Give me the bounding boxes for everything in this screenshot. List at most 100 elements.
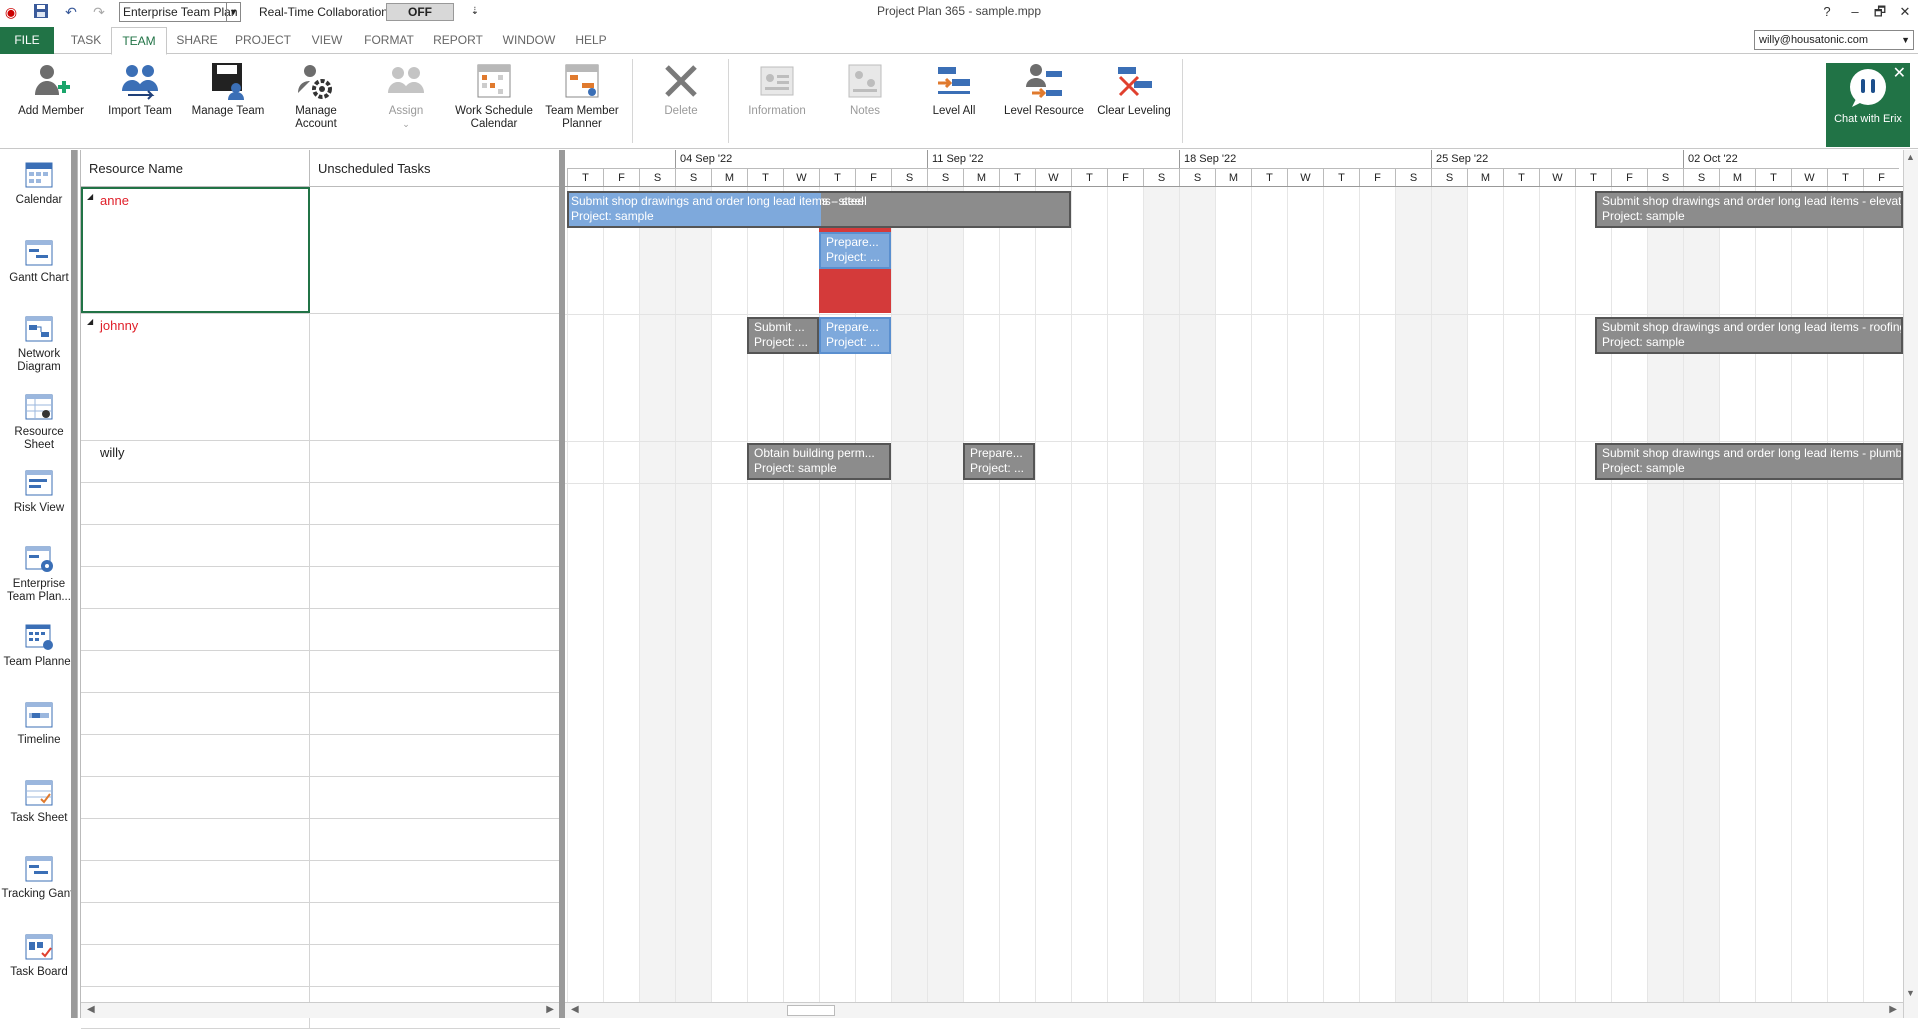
empty-row[interactable] bbox=[81, 945, 560, 987]
empty-row[interactable] bbox=[81, 861, 560, 903]
manage-account-button[interactable]: Manage Account bbox=[282, 61, 350, 131]
empty-cell[interactable] bbox=[81, 567, 310, 608]
empty-row[interactable] bbox=[81, 819, 560, 861]
empty-row[interactable] bbox=[81, 777, 560, 819]
empty-cell[interactable] bbox=[81, 483, 310, 524]
delete-button[interactable]: Delete bbox=[648, 61, 714, 118]
view-timeline[interactable]: Timeline bbox=[0, 700, 77, 747]
empty-cell[interactable] bbox=[81, 735, 310, 776]
tab-format[interactable]: FORMAT bbox=[358, 27, 420, 54]
tab-window[interactable]: WINDOW bbox=[497, 27, 561, 54]
tab-view[interactable]: VIEW bbox=[306, 27, 348, 54]
help-button[interactable]: ? bbox=[1815, 2, 1839, 22]
gantt-chart: T F S S M T W T F S S M T W T F S S M T W T F S S M T W T F S S M T W T F 04 … bbox=[565, 150, 1918, 1018]
column-header-unscheduled-tasks[interactable]: Unscheduled Tasks bbox=[310, 150, 560, 187]
tab-task[interactable]: TASK bbox=[66, 27, 106, 54]
add-member-button[interactable]: Add Member bbox=[14, 61, 88, 118]
view-calendar[interactable]: Calendar bbox=[0, 160, 77, 207]
gantt-vertical-scrollbar[interactable]: ▲ ▼ bbox=[1903, 150, 1918, 1018]
tab-file[interactable]: FILE bbox=[0, 27, 54, 54]
empty-cell[interactable] bbox=[81, 609, 310, 650]
level-all-button[interactable]: Level All bbox=[920, 61, 988, 118]
restore-button[interactable]: 🗗 bbox=[1868, 2, 1892, 22]
view-risk-view[interactable]: Risk View bbox=[0, 468, 77, 515]
account-select[interactable]: willy@housatonic.com ▼ bbox=[1754, 30, 1914, 50]
chat-with-erix-button[interactable]: ✕ Chat with Erix bbox=[1826, 63, 1910, 147]
tab-project[interactable]: PROJECT bbox=[231, 27, 295, 54]
empty-row[interactable] bbox=[81, 483, 560, 525]
view-gantt-chart[interactable]: Gantt Chart bbox=[0, 238, 77, 285]
collapse-icon[interactable]: ◢ bbox=[87, 192, 93, 201]
work-schedule-calendar-button[interactable]: Work Schedule Calendar bbox=[452, 61, 536, 131]
task-bar-prepare[interactable]: Prepare... Project: ... bbox=[819, 232, 891, 269]
import-team-button[interactable]: Import Team bbox=[102, 61, 178, 118]
grid-horizontal-scrollbar[interactable]: ◀ ▶ bbox=[81, 1002, 560, 1018]
empty-cell[interactable] bbox=[81, 651, 310, 692]
resource-name-cell[interactable]: willy bbox=[81, 441, 310, 482]
resource-row-anne[interactable]: ◢ anne bbox=[81, 187, 560, 314]
empty-row[interactable] bbox=[81, 693, 560, 735]
empty-row[interactable] bbox=[81, 903, 560, 945]
notes-icon bbox=[848, 64, 882, 98]
empty-cell[interactable] bbox=[81, 819, 310, 860]
task-bar-prepare[interactable]: Prepare... Project: ... bbox=[819, 317, 891, 354]
resource-row-johnny[interactable]: ◢ johnny bbox=[81, 314, 560, 441]
empty-row[interactable] bbox=[81, 651, 560, 693]
notes-button[interactable]: Notes bbox=[832, 61, 898, 118]
close-button[interactable]: ✕ bbox=[1893, 2, 1917, 22]
minimize-button[interactable]: – bbox=[1843, 2, 1867, 22]
empty-cell[interactable] bbox=[81, 693, 310, 734]
team-member-planner-button[interactable]: Team Member Planner bbox=[542, 61, 622, 131]
task-bar-prepare[interactable]: Prepare... Project: ... bbox=[963, 443, 1035, 480]
task-bar-elevator[interactable]: Submit shop drawings and order long lead… bbox=[1595, 191, 1903, 228]
column-header-resource-name[interactable]: Resource Name bbox=[81, 150, 310, 187]
view-task-board[interactable]: Task Board bbox=[0, 932, 77, 979]
empty-cell[interactable] bbox=[81, 945, 310, 986]
scroll-left-icon[interactable]: ◀ bbox=[87, 1004, 95, 1015]
empty-row[interactable] bbox=[81, 567, 560, 609]
task-bar-building-permit[interactable]: Obtain building perm... Project: sample bbox=[747, 443, 891, 480]
tab-report[interactable]: REPORT bbox=[428, 27, 488, 54]
clear-leveling-button[interactable]: Clear Leveling bbox=[1094, 61, 1174, 118]
information-button[interactable]: Information bbox=[740, 61, 814, 118]
tab-team[interactable]: TEAM bbox=[111, 27, 167, 55]
empty-cell[interactable] bbox=[81, 525, 310, 566]
resource-name-cell[interactable]: ◢ johnny bbox=[81, 314, 310, 440]
manage-team-button[interactable]: Manage Team bbox=[188, 61, 268, 118]
view-enterprise-team-plan[interactable]: Enterprise Team Plan... bbox=[0, 544, 77, 604]
resource-name-cell[interactable]: ◢ anne bbox=[81, 187, 310, 313]
empty-cell[interactable] bbox=[81, 861, 310, 902]
empty-row[interactable] bbox=[81, 735, 560, 777]
task-bar-roofing[interactable]: Submit shop drawings and order long lead… bbox=[1595, 317, 1903, 354]
timescale-day: W bbox=[783, 168, 819, 187]
view-task-sheet[interactable]: Task Sheet bbox=[0, 778, 77, 825]
empty-cell[interactable] bbox=[81, 777, 310, 818]
close-icon[interactable]: ✕ bbox=[1893, 63, 1906, 83]
scroll-up-icon[interactable]: ▲ bbox=[1906, 152, 1915, 162]
level-resource-button[interactable]: Level Resource bbox=[1000, 61, 1088, 118]
empty-cell[interactable] bbox=[81, 903, 310, 944]
empty-row[interactable] bbox=[81, 609, 560, 651]
scroll-right-icon[interactable]: ▶ bbox=[546, 1004, 554, 1015]
scroll-right-icon[interactable]: ▶ bbox=[1889, 1004, 1897, 1015]
view-network-diagram[interactable]: Network Diagram bbox=[0, 314, 77, 374]
collapse-icon[interactable]: ◢ bbox=[87, 317, 93, 326]
view-tracking-gantt[interactable]: Tracking Gantt bbox=[0, 854, 77, 901]
resource-row-willy[interactable]: willy bbox=[81, 441, 560, 483]
task-bar-plumbing[interactable]: Submit shop drawings and order long lead… bbox=[1595, 443, 1903, 480]
scroll-down-icon[interactable]: ▼ bbox=[1906, 988, 1915, 998]
timescale-day: S bbox=[1647, 168, 1683, 187]
tab-help[interactable]: HELP bbox=[569, 27, 613, 54]
day-gridline bbox=[1179, 187, 1180, 1002]
scroll-thumb[interactable] bbox=[787, 1005, 835, 1016]
assign-button[interactable]: Assign ⌄ bbox=[372, 61, 440, 131]
empty-row[interactable] bbox=[81, 525, 560, 567]
gantt-horizontal-scrollbar[interactable]: ◀ ▶ bbox=[565, 1002, 1903, 1018]
timescale-day: S bbox=[1395, 168, 1431, 187]
views-scrollbar[interactable] bbox=[71, 150, 77, 1018]
tab-share[interactable]: SHARE bbox=[172, 27, 222, 54]
view-team-planner[interactable]: Team Planner bbox=[0, 622, 77, 669]
task-bar-submit[interactable]: Submit ... Project: ... bbox=[747, 317, 819, 354]
view-resource-sheet[interactable]: Resource Sheet bbox=[0, 392, 77, 452]
scroll-left-icon[interactable]: ◀ bbox=[571, 1004, 579, 1015]
